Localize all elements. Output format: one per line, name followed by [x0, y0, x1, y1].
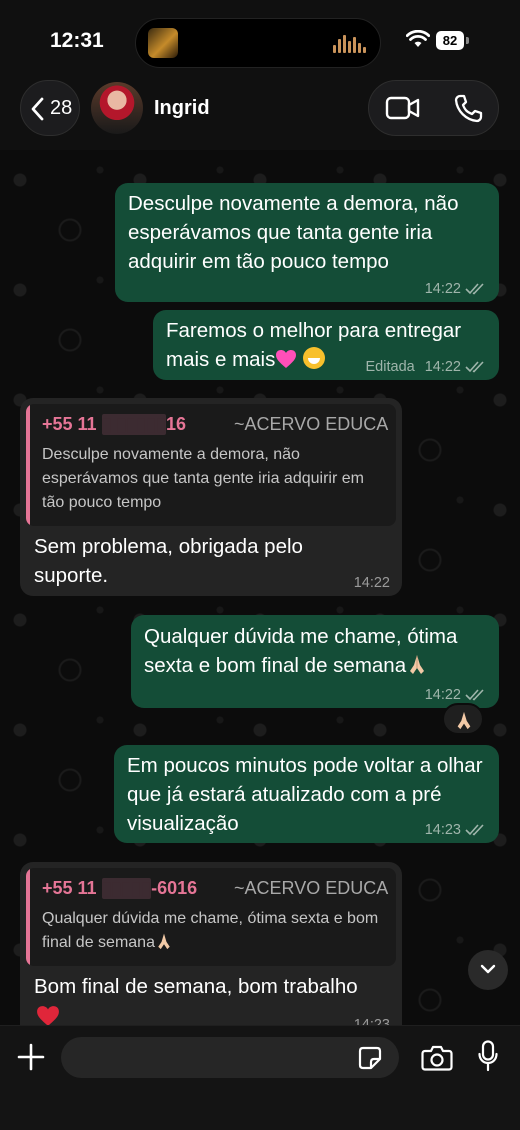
wifi-icon — [406, 30, 430, 47]
outgoing-message[interactable]: Desculpe novamente a demora, não esperáv… — [115, 183, 499, 302]
incoming-message[interactable]: +55 11 ▮ ▮▮▮▮▮16 ~ACERVO EDUCA Desculpe … — [20, 398, 402, 596]
message-meta: 14:22 — [425, 281, 487, 297]
redacted-phone: ▮▮▮▮▮ — [101, 878, 152, 899]
chat-header: 28 Ingrid — [0, 80, 520, 150]
battery-tip — [466, 37, 469, 44]
message-meta: 14:23 — [425, 822, 487, 838]
outgoing-message[interactable]: Qualquer dúvida me chame, ótima sexta e … — [131, 615, 499, 708]
quote-group-name: ~ACERVO EDUCA — [234, 414, 389, 434]
message-reaction[interactable] — [442, 703, 484, 735]
incoming-message[interactable]: +55 11 ▮▮▮▮▮-6016 ~ACERVO EDUCA Qualquer… — [20, 862, 402, 1025]
read-ticks-icon — [465, 824, 484, 836]
read-ticks-icon — [465, 361, 484, 373]
quote-sender: +55 11 ▮ ▮▮▮▮▮16 — [42, 414, 187, 435]
phone-call-icon[interactable] — [453, 93, 483, 123]
contact-avatar[interactable] — [91, 82, 143, 134]
message-time: 14:22 — [424, 687, 461, 703]
quote-group-name: ~ACERVO EDUCA — [234, 878, 389, 898]
quote-accent-bar — [26, 404, 30, 526]
quoted-message[interactable]: +55 11 ▮▮▮▮▮-6016 ~ACERVO EDUCA Qualquer… — [26, 868, 396, 966]
message-text: Bom final de semana, bom trabalho — [34, 975, 358, 998]
video-call-icon[interactable] — [385, 95, 421, 121]
unread-count: 28 — [50, 97, 73, 119]
microphone-icon[interactable] — [478, 1040, 498, 1072]
quoted-message[interactable]: +55 11 ▮ ▮▮▮▮▮16 ~ACERVO EDUCA Desculpe … — [26, 404, 396, 526]
battery-indicator: 82 — [436, 31, 464, 50]
now-playing-app-icon — [148, 28, 178, 58]
grinning-sweat-emoji — [303, 347, 326, 369]
quote-text: Desculpe novamente a demora, não esperáv… — [42, 446, 364, 511]
message-time: 14:23 — [424, 822, 461, 838]
message-time: 14:22 — [424, 281, 461, 297]
message-meta: 14:22 — [354, 575, 390, 591]
outgoing-message[interactable]: Faremos o melhor para entregar mais e ma… — [153, 310, 499, 380]
quote-sender: +55 11 ▮▮▮▮▮-6016 — [42, 878, 198, 899]
message-time: 14:23 — [353, 1017, 390, 1025]
quote-accent-bar — [26, 868, 30, 966]
chevron-down-icon — [480, 964, 496, 974]
dynamic-island[interactable] — [135, 18, 381, 68]
scroll-to-bottom-button[interactable] — [468, 950, 508, 990]
outgoing-message[interactable]: Em poucos minutos pode voltar a olhar qu… — [114, 745, 499, 843]
folded-hands-emoji — [410, 655, 425, 674]
message-composer — [0, 1025, 520, 1130]
message-input[interactable] — [61, 1037, 399, 1078]
message-meta: Editada 14:22 — [366, 359, 487, 375]
back-button[interactable]: 28 — [20, 80, 80, 136]
camera-icon[interactable] — [421, 1045, 453, 1071]
read-ticks-icon — [465, 283, 484, 295]
contact-name[interactable]: Ingrid — [154, 97, 210, 120]
read-ticks-icon — [465, 689, 484, 701]
message-time: 14:22 — [353, 575, 390, 591]
plus-icon[interactable] — [17, 1043, 45, 1071]
message-text: Sem problema, obrigada pelo suporte. — [34, 535, 303, 587]
sticker-icon[interactable] — [358, 1046, 382, 1070]
message-meta: 14:23 — [354, 1017, 390, 1025]
message-list[interactable]: Desculpe novamente a demora, não esperáv… — [0, 150, 520, 1025]
status-bar: 12:31 82 — [0, 0, 520, 80]
pink-heart-emoji — [276, 350, 297, 368]
folded-hands-reaction-icon — [457, 711, 471, 730]
audio-waveform-icon — [333, 35, 366, 53]
redacted-phone: ▮ ▮▮▮▮▮ — [101, 414, 167, 435]
call-actions — [368, 80, 499, 136]
edited-label: Editada — [365, 359, 415, 375]
quote-text: Qualquer dúvida me chame, ótima sexta e … — [42, 910, 379, 951]
message-meta: 14:22 — [425, 687, 487, 703]
folded-hands-emoji — [158, 933, 170, 950]
status-time: 12:31 — [50, 29, 104, 52]
red-heart-emoji — [37, 1006, 59, 1025]
message-text: Desculpe novamente a demora, não esperáv… — [128, 192, 459, 273]
message-time: 14:22 — [424, 359, 461, 375]
chevron-left-icon — [31, 97, 44, 121]
